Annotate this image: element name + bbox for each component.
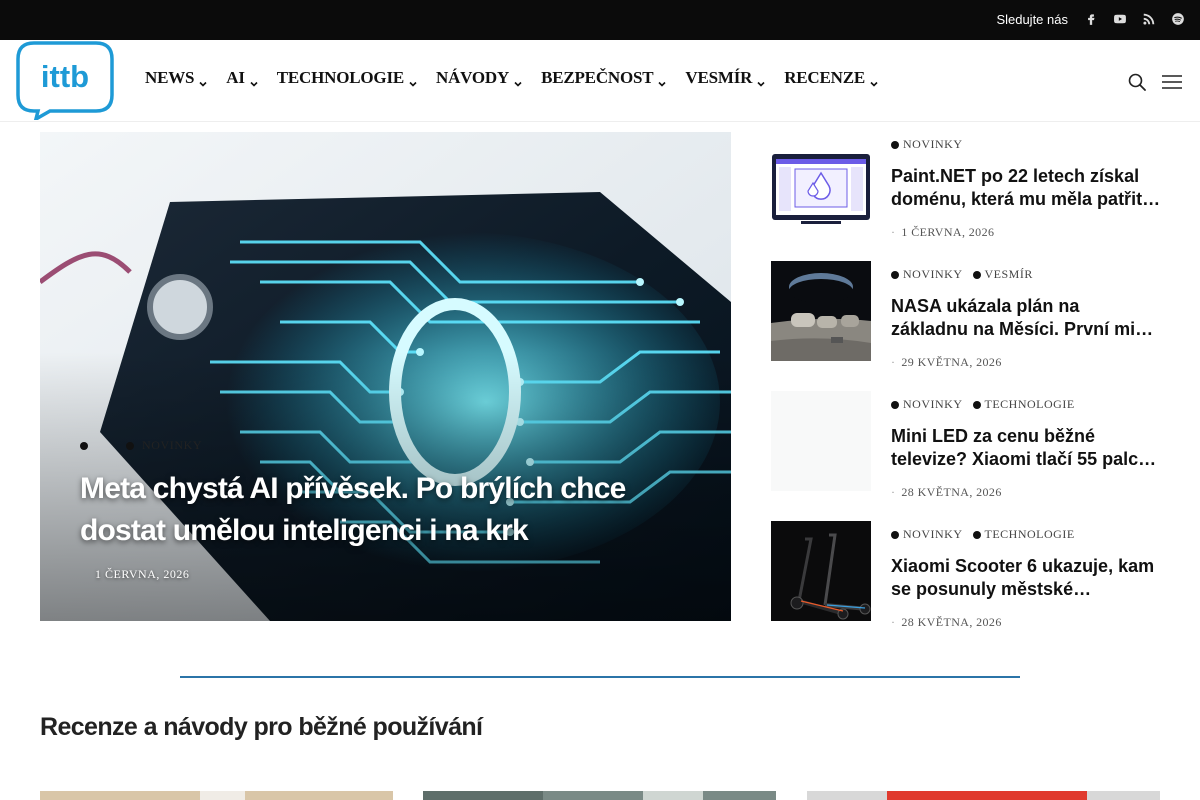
post-thumbnail[interactable] bbox=[771, 141, 871, 241]
logo-text: ittb bbox=[41, 59, 89, 94]
post-title[interactable]: Xiaomi Scooter 6 ukazuje, kam se posunul… bbox=[891, 555, 1161, 601]
post-thumbnail[interactable] bbox=[771, 521, 871, 621]
main-nav: NEWS AI TECHNOLOGIE NÁVODY BEZPEČNOST VE… bbox=[145, 68, 897, 88]
category-label: TECHNOLOGIE bbox=[984, 397, 1075, 411]
nav-label: AI bbox=[226, 68, 245, 87]
side-post: NOVINKY Paint.NET po 22 letech získal do… bbox=[771, 137, 1171, 241]
category-dot bbox=[891, 530, 899, 539]
review-card-thumbnail[interactable] bbox=[423, 789, 776, 800]
nav-item-ai[interactable]: AI bbox=[226, 68, 258, 88]
hero-categories: NOVINKY bbox=[80, 438, 202, 453]
category-dot bbox=[972, 400, 981, 409]
category-link[interactable]: NOVINKY bbox=[891, 137, 963, 152]
category-link[interactable]: NOVINKY bbox=[891, 527, 963, 542]
bullet: · bbox=[891, 485, 896, 499]
category-dot bbox=[891, 270, 899, 279]
hero-post[interactable]: NOVINKY Meta chystá AI přívěsek. Po brýl… bbox=[40, 132, 731, 621]
chevron-down-icon bbox=[514, 75, 522, 87]
top-bar: Sledujte nás bbox=[0, 0, 1200, 40]
site-logo[interactable]: ittb bbox=[16, 40, 114, 123]
category-label: NOVINKY bbox=[903, 397, 963, 411]
post-date: · 28 KVĚTNA, 2026 bbox=[891, 615, 1002, 630]
chevron-down-icon bbox=[199, 75, 207, 87]
category-link[interactable]: TECHNOLOGIE bbox=[972, 397, 1075, 412]
post-date: · 29 KVĚTNA, 2026 bbox=[891, 355, 1002, 370]
category-dot bbox=[891, 140, 899, 149]
nav-label: VESMÍR bbox=[685, 68, 753, 87]
side-post: NOVINKY VESMÍR NASA ukázala plán na zákl… bbox=[771, 261, 1171, 371]
category-label: TECHNOLOGIE bbox=[984, 527, 1075, 541]
spotify-icon[interactable] bbox=[1170, 11, 1186, 27]
category-label: NOVINKY bbox=[903, 267, 963, 281]
nav-label: BEZPEČNOST bbox=[541, 68, 654, 87]
rss-icon[interactable] bbox=[1141, 11, 1157, 27]
nav-label: NÁVODY bbox=[436, 68, 510, 87]
youtube-icon[interactable] bbox=[1112, 11, 1128, 27]
hamburger-menu-icon[interactable] bbox=[1161, 73, 1183, 91]
post-date: · 1 ČERVNA, 2026 bbox=[891, 225, 994, 240]
post-date-text: 28 KVĚTNA, 2026 bbox=[901, 615, 1002, 629]
post-date-text: 1 ČERVNA, 2026 bbox=[901, 225, 995, 239]
post-title[interactable]: Mini LED za cenu běžné televize? Xiaomi … bbox=[891, 425, 1161, 471]
side-post: NOVINKY TECHNOLOGIE Mini LED za cenu běž… bbox=[771, 391, 1171, 501]
hero-date: 1 ČERVNA, 2026 bbox=[95, 567, 190, 581]
bullet: · bbox=[891, 615, 896, 629]
category-link[interactable]: NOVINKY bbox=[891, 267, 963, 282]
chevron-down-icon bbox=[250, 75, 258, 87]
review-card-thumbnail[interactable] bbox=[807, 789, 1160, 800]
chevron-down-icon bbox=[409, 75, 417, 87]
bullet: · bbox=[891, 225, 896, 239]
nav-label: RECENZE bbox=[784, 68, 865, 87]
hero-title[interactable]: Meta chystá AI přívěsek. Po brýlích chce… bbox=[80, 468, 680, 552]
nav-item-bezpecnost[interactable]: BEZPEČNOST bbox=[541, 68, 666, 88]
review-card-thumbnail[interactable] bbox=[40, 789, 393, 800]
facebook-icon[interactable] bbox=[1083, 11, 1099, 27]
post-thumbnail[interactable] bbox=[771, 261, 871, 361]
section-divider bbox=[180, 676, 1020, 678]
side-post: NOVINKY TECHNOLOGIE Xiaomi Scooter 6 uka… bbox=[771, 521, 1171, 631]
chevron-down-icon bbox=[870, 75, 878, 87]
hero-category[interactable]: NOVINKY bbox=[142, 438, 202, 453]
category-dot bbox=[972, 270, 981, 279]
post-categories: NOVINKY bbox=[891, 137, 967, 152]
section-title: Recenze a návody pro běžné používání bbox=[40, 713, 483, 741]
category-link[interactable]: NOVINKY bbox=[891, 397, 963, 412]
chevron-down-icon bbox=[757, 75, 765, 87]
post-categories: NOVINKY TECHNOLOGIE bbox=[891, 397, 1079, 412]
post-thumbnail[interactable] bbox=[771, 391, 871, 491]
category-label: NOVINKY bbox=[903, 527, 963, 541]
bullet: · bbox=[891, 355, 896, 369]
category-dot bbox=[80, 441, 88, 450]
category-label: NOVINKY bbox=[903, 137, 963, 151]
category-link[interactable]: TECHNOLOGIE bbox=[972, 527, 1075, 542]
category-dot bbox=[972, 530, 981, 539]
site-header: ittb NEWS AI TECHNOLOGIE NÁVODY BEZPEČNO… bbox=[0, 40, 1200, 123]
post-title[interactable]: Paint.NET po 22 letech získal doménu, kt… bbox=[891, 165, 1161, 211]
post-title[interactable]: NASA ukázala plán na základnu na Měsíci.… bbox=[891, 295, 1161, 341]
post-categories: NOVINKY VESMÍR bbox=[891, 267, 1037, 282]
category-label: VESMÍR bbox=[984, 267, 1033, 281]
search-icon[interactable] bbox=[1127, 72, 1147, 92]
post-date-text: 29 KVĚTNA, 2026 bbox=[901, 355, 1002, 369]
nav-item-recenze[interactable]: RECENZE bbox=[784, 68, 878, 88]
nav-label: NEWS bbox=[145, 68, 195, 87]
nav-item-technologie[interactable]: TECHNOLOGIE bbox=[277, 68, 417, 88]
nav-item-vesmir[interactable]: VESMÍR bbox=[685, 68, 765, 88]
post-date: · 28 KVĚTNA, 2026 bbox=[891, 485, 1002, 500]
nav-item-navody[interactable]: NÁVODY bbox=[436, 68, 522, 88]
post-categories: NOVINKY TECHNOLOGIE bbox=[891, 527, 1079, 542]
category-link[interactable]: VESMÍR bbox=[972, 267, 1033, 282]
chevron-down-icon bbox=[658, 75, 666, 87]
nav-item-news[interactable]: NEWS bbox=[145, 68, 207, 88]
category-dot bbox=[126, 441, 134, 450]
follow-us-label: Sledujte nás bbox=[996, 12, 1068, 27]
category-dot bbox=[891, 400, 899, 409]
nav-label: TECHNOLOGIE bbox=[276, 68, 404, 87]
post-date-text: 28 KVĚTNA, 2026 bbox=[901, 485, 1002, 499]
